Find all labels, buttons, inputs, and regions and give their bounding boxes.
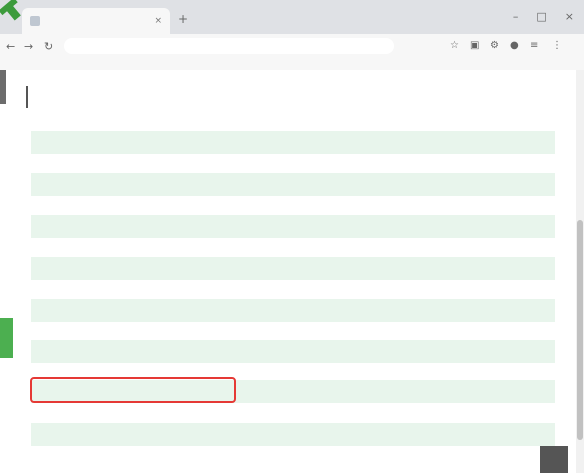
list-item[interactable] xyxy=(31,173,555,196)
maximize-button[interactable]: □ xyxy=(536,10,546,23)
back-to-top-button[interactable] xyxy=(540,446,568,473)
url-bar[interactable] xyxy=(64,38,394,54)
bookmarks-bar xyxy=(0,58,584,70)
forward-button[interactable]: → xyxy=(24,40,33,53)
green-indicator xyxy=(0,318,13,358)
list-item[interactable] xyxy=(31,299,555,322)
bookmark-star-icon[interactable]: ☆ xyxy=(450,40,459,51)
list-item[interactable] xyxy=(31,423,555,446)
window-controls: – □ × xyxy=(513,10,574,23)
reload-button[interactable]: ↻ xyxy=(44,40,53,53)
close-tab-icon[interactable]: × xyxy=(154,16,162,26)
settings-icon[interactable]: ⚙ xyxy=(490,40,499,51)
side-panel-handle[interactable] xyxy=(0,70,6,104)
list-item[interactable] xyxy=(31,340,555,363)
highlight-box xyxy=(30,377,236,403)
more-icon[interactable]: ⋮ xyxy=(552,40,562,51)
favicon-icon xyxy=(30,16,40,26)
close-window-button[interactable]: × xyxy=(565,10,574,23)
section-title xyxy=(26,86,34,108)
profile-icon[interactable]: ● xyxy=(510,40,519,51)
list-item[interactable] xyxy=(31,131,555,154)
browser-tab[interactable]: × xyxy=(22,8,170,34)
minimize-button[interactable]: – xyxy=(513,10,519,23)
extension-icon[interactable]: ▣ xyxy=(470,40,479,51)
scrollbar[interactable] xyxy=(576,70,584,473)
green-arrow-icon xyxy=(0,0,21,21)
list-item[interactable] xyxy=(31,257,555,280)
list-item[interactable] xyxy=(31,215,555,238)
page-content xyxy=(13,70,576,473)
scroll-thumb[interactable] xyxy=(577,220,583,440)
address-toolbar: ← → ↻ ☆ ▣ ⚙ ● ≡ ⋮ xyxy=(0,34,584,59)
new-tab-button[interactable]: + xyxy=(178,12,188,26)
menu-icon[interactable]: ≡ xyxy=(530,40,538,51)
back-button[interactable]: ← xyxy=(6,40,15,53)
tab-strip: × + – □ × xyxy=(0,0,584,34)
